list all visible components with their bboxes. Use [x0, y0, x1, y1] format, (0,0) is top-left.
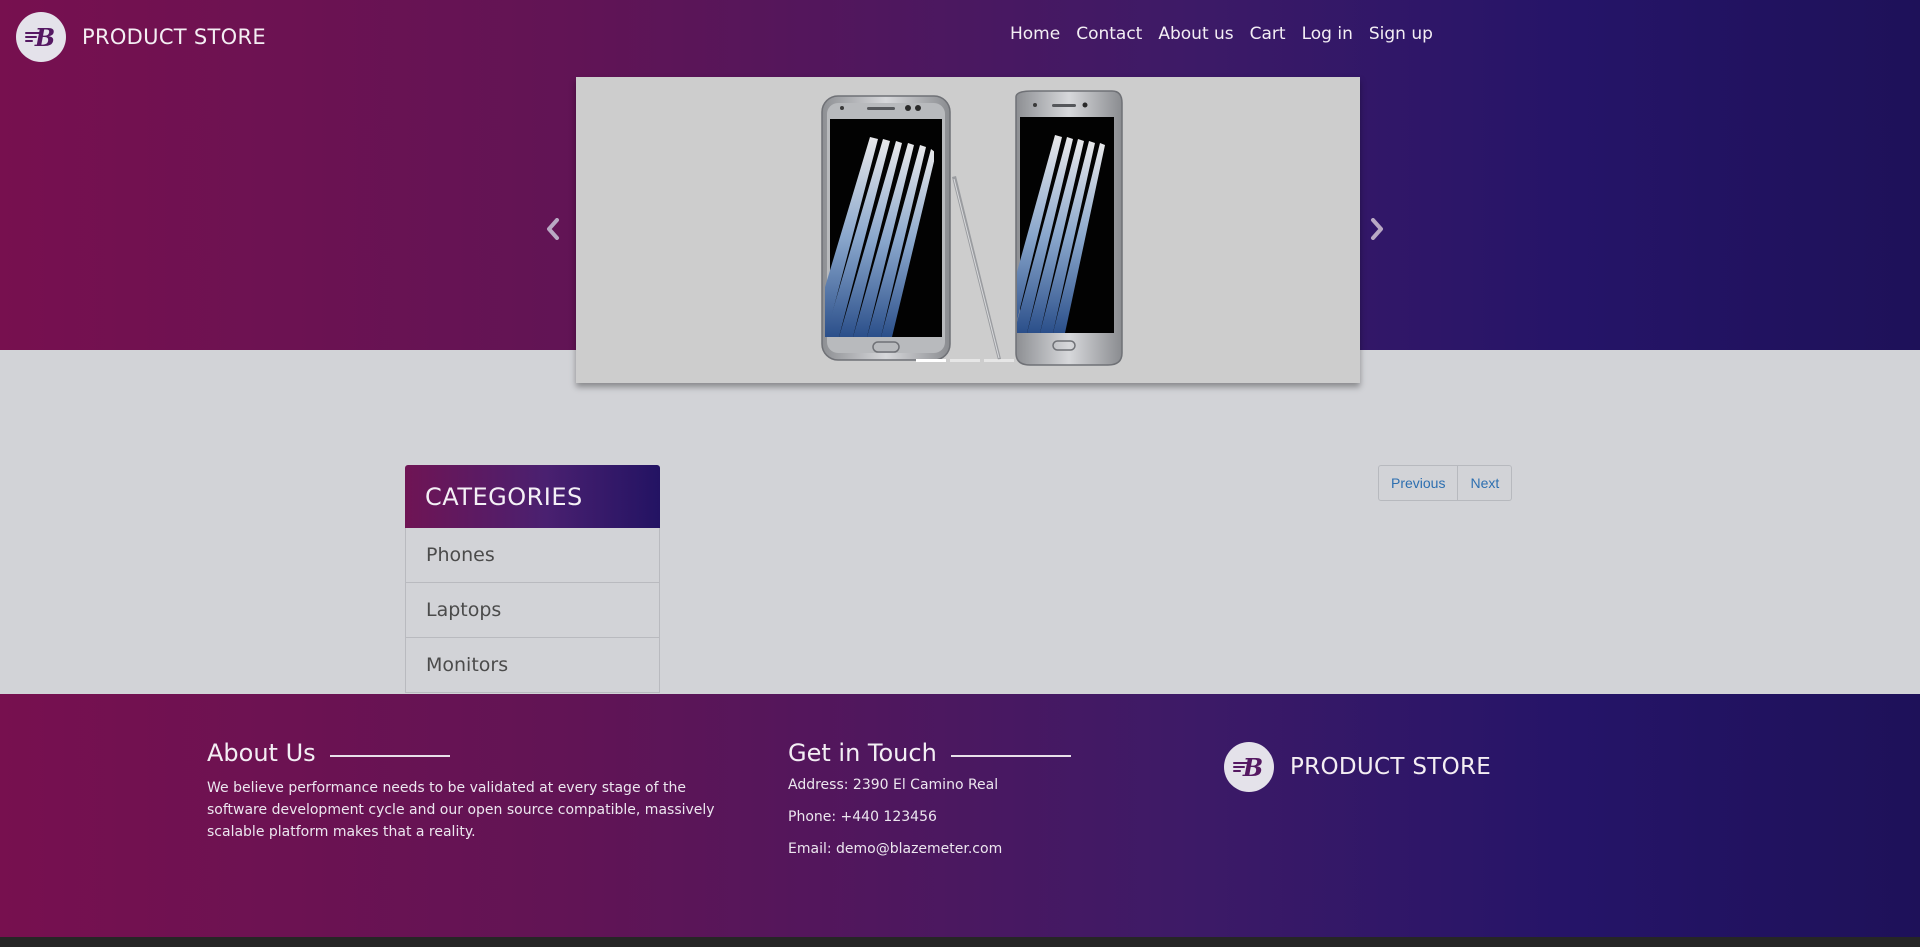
nav-cart[interactable]: Cart [1250, 24, 1286, 44]
carousel [576, 77, 1360, 383]
carousel-prev-button[interactable] [541, 214, 565, 244]
carousel-slide-image [576, 77, 1360, 383]
carousel-indicators [916, 359, 1014, 362]
nav-log-in[interactable]: Log in [1302, 24, 1353, 44]
carousel-indicator-2[interactable] [950, 359, 980, 362]
footer-about-title-text: About Us [207, 739, 316, 767]
footer-about-title: About Us [207, 739, 737, 767]
carousel-indicator-1[interactable] [916, 359, 946, 362]
footer-phone: Phone: +440 123456 [788, 809, 937, 825]
chevron-left-icon [547, 218, 559, 240]
categories-list: CATEGORIES Phones Laptops Monitors [405, 465, 660, 693]
carousel-indicator-3[interactable] [984, 359, 1014, 362]
chevron-right-icon [1371, 218, 1383, 240]
footer-brand: B PRODUCT STORE [1224, 742, 1491, 792]
footer-contact-title: Get in Touch [788, 739, 1148, 767]
pagination: Previous Next [1378, 465, 1513, 501]
bottom-bar [0, 937, 1920, 947]
footer-contact-divider [950, 755, 1071, 757]
footer-about-divider [329, 755, 450, 757]
nav-about-us[interactable]: About us [1158, 24, 1233, 44]
brand-name: PRODUCT STORE [82, 25, 266, 49]
footer-email: Email: demo@blazemeter.com [788, 841, 1003, 857]
next-button[interactable]: Next [1458, 465, 1513, 501]
nav-contact[interactable]: Contact [1076, 24, 1142, 44]
footer-contact-title-text: Get in Touch [788, 739, 937, 767]
footer-contact: Get in Touch Address: 2390 El Camino Rea… [788, 739, 1148, 873]
nav-sign-up[interactable]: Sign up [1369, 24, 1433, 44]
brand-link[interactable]: B PRODUCT STORE [16, 12, 266, 62]
previous-button[interactable]: Previous [1378, 465, 1459, 501]
footer-brand-name: PRODUCT STORE [1290, 754, 1492, 780]
brand-logo-icon: B [16, 12, 66, 62]
footer-address: Address: 2390 El Camino Real [788, 777, 999, 793]
nav-home[interactable]: Home [1010, 24, 1060, 44]
footer: About Us We believe performance needs to… [0, 694, 1920, 937]
footer-about: About Us We believe performance needs to… [207, 739, 737, 843]
main-nav: Home Contact About us Cart Log in Sign u… [1010, 24, 1433, 44]
footer-logo-icon: B [1224, 742, 1274, 792]
category-phones[interactable]: Phones [405, 528, 660, 583]
carousel-next-button[interactable] [1365, 214, 1389, 244]
categories-header[interactable]: CATEGORIES [405, 465, 660, 528]
category-monitors[interactable]: Monitors [405, 638, 660, 693]
footer-about-text: We believe performance needs to be valid… [207, 780, 715, 840]
category-laptops[interactable]: Laptops [405, 583, 660, 638]
